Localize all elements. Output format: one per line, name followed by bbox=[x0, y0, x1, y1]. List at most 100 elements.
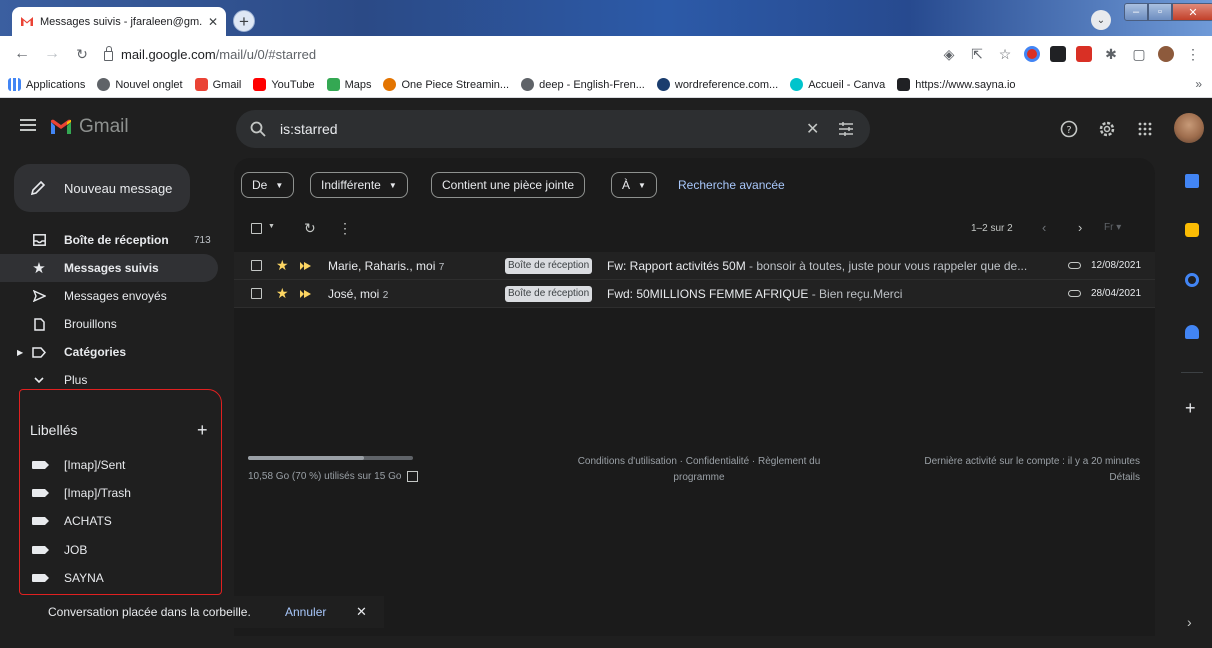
gmail-logo[interactable]: Gmail bbox=[50, 116, 129, 138]
dropdown-arrow-icon: ▼ bbox=[275, 180, 284, 190]
footer-links[interactable]: Conditions d'utilisation · Confidentiali… bbox=[564, 454, 834, 486]
label-item[interactable]: ACHATS bbox=[32, 507, 112, 535]
send-icon bbox=[32, 289, 46, 303]
star-icon: ★ bbox=[32, 260, 46, 277]
lock-icon bbox=[104, 45, 113, 61]
sidebar-item-starred[interactable]: ★ Messages suivis bbox=[0, 254, 218, 282]
row-checkbox[interactable] bbox=[251, 260, 262, 271]
bookmark-gmail[interactable]: Gmail bbox=[194, 78, 241, 91]
close-window-button[interactable]: ✕ bbox=[1172, 3, 1212, 21]
compose-button[interactable]: Nouveau message bbox=[14, 164, 190, 212]
snackbar-message: Conversation placée dans la corbeille. bbox=[48, 605, 251, 619]
search-bar[interactable]: is:starred ✕ bbox=[236, 110, 870, 148]
email-row[interactable]: ★ José, moi 2 Boîte de réception Fwd: 50… bbox=[234, 280, 1155, 308]
next-page-icon[interactable]: › bbox=[1078, 220, 1082, 235]
bookmark-maps[interactable]: Maps bbox=[326, 78, 371, 91]
undo-button[interactable]: Annuler bbox=[285, 605, 326, 619]
bookmark-applications[interactable]: Applications bbox=[8, 78, 85, 91]
bookmark-sayna[interactable]: https://www.sayna.io bbox=[897, 78, 1016, 91]
bookmark-one-piece[interactable]: One Piece Streamin... bbox=[383, 78, 509, 91]
add-label-button[interactable]: + bbox=[197, 420, 208, 441]
sidebar-item-inbox[interactable]: Boîte de réception 713 bbox=[0, 226, 218, 254]
star-icon[interactable]: ★ bbox=[276, 257, 289, 274]
extension-1-icon[interactable] bbox=[1024, 46, 1040, 62]
expand-arrow-icon[interactable]: ▶ bbox=[17, 348, 23, 357]
bookmark-deep[interactable]: deep - English-Fren... bbox=[521, 78, 645, 91]
calendar-icon[interactable] bbox=[1185, 174, 1199, 188]
bookmark-youtube[interactable]: YouTube bbox=[253, 78, 315, 91]
row-checkbox[interactable] bbox=[251, 288, 262, 299]
search-icon[interactable] bbox=[250, 121, 266, 137]
bookmark-new-tab[interactable]: Nouvel onglet bbox=[97, 78, 183, 91]
settings-gear-icon[interactable] bbox=[1094, 116, 1120, 142]
sidebar-item-categories[interactable]: ▶ Catégories bbox=[0, 338, 218, 366]
select-dropdown-icon[interactable]: ▼ bbox=[268, 223, 275, 230]
browser-tab-gmail[interactable]: Messages suivis - jfaraleen@gm... ✕ bbox=[12, 7, 226, 36]
label-item[interactable]: SAYNA bbox=[32, 564, 104, 592]
filter-time-chip[interactable]: Indifférente ▼ bbox=[310, 172, 408, 198]
storage-progress-fill bbox=[248, 456, 364, 460]
email-label-chip[interactable]: Boîte de réception bbox=[505, 258, 593, 274]
eye-icon[interactable]: ◈ bbox=[940, 45, 958, 63]
select-all-checkbox[interactable] bbox=[251, 223, 262, 234]
label-item[interactable]: JOB bbox=[32, 536, 87, 564]
important-marker-icon[interactable] bbox=[300, 290, 311, 298]
account-avatar[interactable] bbox=[1174, 113, 1204, 143]
tab-search-chevron-icon[interactable]: ⌄ bbox=[1091, 10, 1111, 30]
label-item[interactable]: [Imap]/Sent bbox=[32, 451, 125, 479]
extension-3-icon[interactable] bbox=[1076, 46, 1092, 62]
sidebar-item-drafts[interactable]: Brouillons bbox=[0, 310, 218, 338]
tab-close-icon[interactable]: ✕ bbox=[208, 15, 218, 29]
filter-attachment-chip[interactable]: Contient une pièce jointe bbox=[431, 172, 586, 198]
email-date: 28/04/2021 bbox=[1091, 288, 1142, 299]
help-icon[interactable]: ? bbox=[1056, 116, 1082, 142]
filter-from-chip[interactable]: De ▼ bbox=[241, 172, 295, 198]
maximize-button[interactable]: ▫ bbox=[1148, 3, 1172, 21]
bookmark-star-icon[interactable]: ☆ bbox=[996, 45, 1014, 63]
sidebar-item-sent[interactable]: Messages envoyés bbox=[0, 282, 218, 310]
search-input[interactable]: is:starred bbox=[280, 121, 338, 137]
extension-2-icon[interactable] bbox=[1050, 46, 1066, 62]
back-arrow-icon[interactable]: ← bbox=[10, 45, 34, 63]
search-options-icon[interactable] bbox=[838, 121, 854, 137]
refresh-icon[interactable]: ↻ bbox=[304, 220, 316, 237]
contacts-icon[interactable] bbox=[1185, 325, 1199, 339]
advanced-search-link[interactable]: Recherche avancée bbox=[678, 178, 785, 192]
main-menu-icon[interactable] bbox=[20, 119, 36, 134]
clear-search-icon[interactable]: ✕ bbox=[806, 119, 819, 139]
keep-icon[interactable] bbox=[1185, 223, 1199, 237]
more-options-icon[interactable]: ⋮ bbox=[338, 220, 352, 237]
tasks-icon[interactable] bbox=[1185, 273, 1199, 287]
expand-panel-icon[interactable]: › bbox=[1187, 614, 1192, 630]
external-link-icon[interactable] bbox=[407, 471, 419, 482]
bookmark-canva[interactable]: Accueil - Canva bbox=[790, 78, 885, 91]
extensions-puzzle-icon[interactable]: ✱ bbox=[1102, 45, 1120, 63]
bookmark-wordreference[interactable]: wordreference.com... bbox=[656, 78, 778, 91]
minimize-button[interactable]: – bbox=[1124, 3, 1148, 21]
apps-grid-icon[interactable] bbox=[1132, 116, 1158, 142]
side-panel-icon[interactable]: ▢ bbox=[1130, 45, 1148, 63]
address-bar[interactable]: mail.google.com/mail/u/0/#starred bbox=[104, 40, 934, 68]
add-addon-icon[interactable]: + bbox=[1185, 398, 1196, 419]
share-icon[interactable]: ⇱ bbox=[968, 45, 986, 63]
star-icon[interactable]: ★ bbox=[276, 285, 289, 302]
account-activity: Dernière activité sur le compte : il y a… bbox=[924, 456, 1140, 483]
browser-menu-icon[interactable]: ⋮ bbox=[1184, 45, 1202, 63]
email-label-chip[interactable]: Boîte de réception bbox=[505, 286, 593, 302]
label-item[interactable]: [Imap]/Trash bbox=[32, 479, 131, 507]
input-tools-dropdown[interactable]: Fr ▾ bbox=[1104, 222, 1121, 233]
window-controls: – ▫ ✕ bbox=[1124, 3, 1212, 21]
close-snackbar-icon[interactable]: ✕ bbox=[356, 604, 367, 620]
email-row[interactable]: ★ Marie, Raharis., moi 7 Boîte de récept… bbox=[234, 252, 1155, 280]
new-tab-button[interactable]: + bbox=[233, 10, 255, 32]
reload-icon[interactable]: ↻ bbox=[70, 46, 94, 63]
forward-arrow-icon[interactable]: → bbox=[40, 45, 64, 63]
email-sender: José, moi 2 bbox=[328, 287, 389, 301]
sidebar-item-label: Catégories bbox=[64, 345, 127, 359]
more-bookmarks-icon[interactable]: » bbox=[1195, 77, 1202, 91]
filter-to-chip[interactable]: À ▼ bbox=[611, 172, 657, 198]
profile-avatar-icon[interactable] bbox=[1158, 46, 1174, 62]
labels-heading: Libellés bbox=[30, 422, 78, 438]
important-marker-icon[interactable] bbox=[300, 262, 311, 270]
prev-page-icon[interactable]: ‹ bbox=[1042, 220, 1046, 235]
